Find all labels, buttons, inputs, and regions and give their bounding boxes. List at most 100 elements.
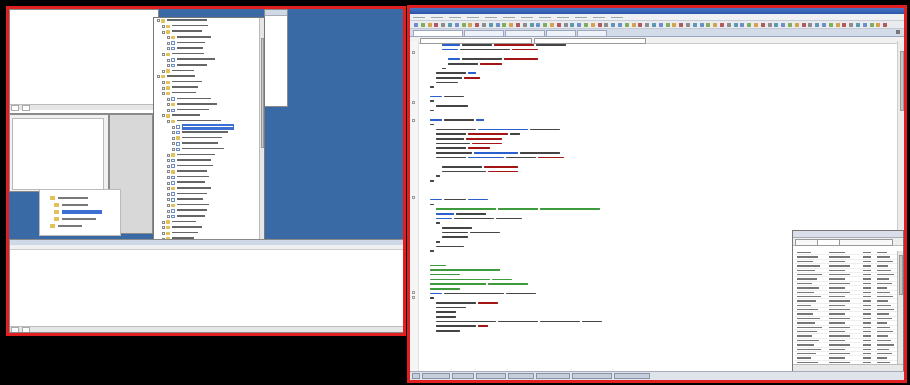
expand-toggle-icon[interactable] (167, 198, 170, 202)
expand-toggle-icon[interactable] (172, 125, 175, 129)
close-icon[interactable] (896, 30, 900, 34)
toolbar-icon[interactable] (876, 22, 881, 27)
properties-panel[interactable] (792, 230, 904, 374)
left-top-tab-1[interactable] (11, 105, 19, 111)
taskbar-button-6[interactable] (572, 373, 612, 379)
toolbar-icon[interactable] (849, 22, 854, 27)
expand-toggle-icon[interactable] (167, 170, 170, 174)
toolbar-icon[interactable] (509, 22, 514, 27)
taskbar-button-0[interactable] (412, 373, 420, 379)
taskbar-button-4[interactable] (508, 373, 534, 379)
expand-toggle-icon[interactable] (167, 192, 170, 196)
menu-item-4[interactable] (485, 17, 497, 18)
toolbar-icon[interactable] (767, 22, 772, 27)
expand-toggle-icon[interactable] (167, 209, 170, 213)
expand-toggle-icon[interactable] (162, 86, 165, 90)
expand-toggle-icon[interactable] (411, 296, 415, 299)
left-top-window[interactable] (9, 9, 159, 114)
taskbar-button-7[interactable] (614, 373, 650, 379)
menu-item-11[interactable] (611, 17, 623, 18)
toolbar-icon[interactable] (808, 22, 813, 27)
toolbar-icon[interactable] (665, 22, 670, 27)
output-tab-1[interactable] (11, 327, 19, 332)
expand-toggle-icon[interactable] (167, 203, 170, 207)
expand-toggle-icon[interactable] (162, 24, 165, 28)
toolbar-icon[interactable] (645, 22, 650, 27)
expand-toggle-icon[interactable] (167, 120, 170, 124)
toolbar-icon[interactable] (516, 22, 520, 27)
toolbar-icon[interactable] (570, 22, 575, 27)
menu-item-9[interactable] (575, 17, 587, 18)
expand-toggle-icon[interactable] (162, 52, 165, 56)
expand-toggle-icon[interactable] (411, 196, 415, 199)
menu-item-0[interactable] (413, 17, 425, 18)
properties-tab-3[interactable] (839, 239, 893, 246)
left-mid-panel[interactable] (9, 114, 109, 192)
toolbar-icon[interactable] (475, 22, 480, 27)
toolbar-icon[interactable] (747, 22, 752, 27)
toolbar-icon[interactable] (720, 22, 724, 27)
expand-toggle-icon[interactable] (167, 108, 170, 112)
expand-toggle-icon[interactable] (167, 36, 170, 40)
toolbar-icon[interactable] (441, 22, 446, 27)
expand-toggle-icon[interactable] (411, 119, 415, 122)
toolbar-icon[interactable] (815, 22, 820, 27)
toolbar-icon[interactable] (699, 22, 704, 27)
document-tab-0[interactable] (413, 30, 463, 36)
toolbar-icon[interactable] (543, 22, 548, 27)
taskbar-button-3[interactable] (476, 373, 506, 379)
toolbar-icon[interactable] (611, 22, 616, 27)
menu-item-10[interactable] (593, 17, 605, 18)
toolbar-icon[interactable] (828, 22, 833, 27)
menu-item-6[interactable] (521, 17, 533, 18)
toolbar-icon[interactable] (624, 22, 629, 27)
menu-item-5[interactable] (503, 17, 515, 18)
toolbar-icon[interactable] (706, 22, 711, 27)
toolbar-icon[interactable] (597, 22, 602, 27)
expand-toggle-icon[interactable] (167, 181, 170, 185)
toolbar-icon[interactable] (788, 22, 792, 27)
toolbar-icon[interactable] (822, 22, 826, 27)
toolbar-icon[interactable] (529, 22, 534, 27)
toolbar-icon[interactable] (733, 22, 738, 27)
toolbar-icon[interactable] (427, 22, 432, 27)
toolbar-icon[interactable] (726, 22, 731, 27)
expand-toggle-icon[interactable] (172, 131, 175, 135)
toolbar-icon[interactable] (631, 22, 636, 27)
toolbar-icon[interactable] (420, 22, 425, 27)
document-tab-4[interactable] (577, 30, 607, 36)
expand-toggle-icon[interactable] (157, 19, 160, 23)
toolbar-icon[interactable] (488, 22, 493, 27)
document-tab-3[interactable] (546, 30, 576, 36)
toolbar-icon[interactable] (550, 22, 554, 27)
expand-toggle-icon[interactable] (167, 159, 170, 163)
toolbar-icon[interactable] (434, 22, 439, 27)
expand-toggle-icon[interactable] (167, 176, 170, 180)
toolbar-icon[interactable] (454, 22, 459, 27)
toolbar-icon[interactable] (414, 22, 418, 27)
toolbar-icon[interactable] (801, 22, 806, 27)
expand-toggle-icon[interactable] (172, 148, 175, 152)
expand-toggle-icon[interactable] (162, 30, 165, 34)
toolbar-icon[interactable] (604, 22, 609, 27)
expand-toggle-icon[interactable] (167, 215, 170, 219)
expand-toggle-icon[interactable] (167, 97, 170, 101)
expand-toggle-icon[interactable] (162, 226, 165, 230)
toolbar-icon[interactable] (686, 22, 690, 27)
toolbar-icon[interactable] (774, 22, 779, 27)
tree-item-selected[interactable] (62, 210, 102, 214)
taskbar-button-2[interactable] (452, 373, 474, 379)
menu-item-2[interactable] (449, 17, 461, 18)
expand-toggle-icon[interactable] (172, 142, 175, 146)
left-top-tab-2[interactable] (22, 105, 31, 111)
toolbar-icon[interactable] (652, 22, 656, 27)
expand-toggle-icon[interactable] (167, 41, 170, 45)
expand-toggle-icon[interactable] (411, 51, 415, 54)
expand-toggle-icon[interactable] (411, 101, 415, 104)
toolbar-icon[interactable] (794, 22, 799, 27)
toolbar-icon[interactable] (760, 22, 765, 27)
left-side-window[interactable] (264, 9, 288, 107)
expand-toggle-icon[interactable] (167, 64, 170, 68)
toolbar-icon[interactable] (869, 22, 874, 27)
taskbar-button-1[interactable] (422, 373, 450, 379)
